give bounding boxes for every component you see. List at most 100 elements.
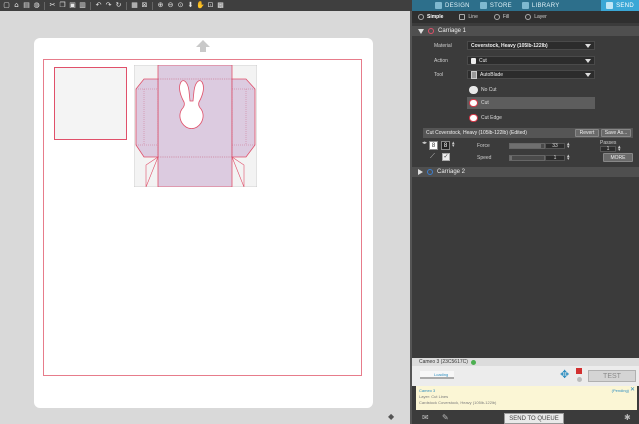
panel-footer: ✉ ✎ SEND TO QUEUE ✱ — [412, 411, 639, 424]
fill-page-icon[interactable]: ⊡ — [206, 1, 215, 10]
bunny-box-template[interactable] — [134, 65, 257, 187]
toolbar-divider — [90, 1, 91, 10]
device-status-bar[interactable]: Cameo 3 (23C5617C) — [412, 358, 639, 366]
force-stepper-icon[interactable]: ▴ ▾ — [567, 142, 570, 150]
option-cut-label: Cut — [481, 100, 489, 106]
tool-label: Tool — [434, 72, 444, 78]
zoom-in-icon[interactable]: ⊕ — [156, 1, 165, 10]
tab-send[interactable]: SEND — [601, 0, 639, 11]
canvas-settings-icon[interactable]: ◆ — [388, 412, 397, 421]
new-icon[interactable]: ▢ — [2, 1, 11, 10]
save-as-button[interactable]: Save As... — [601, 129, 631, 137]
undo-icon[interactable]: ↶ — [94, 1, 103, 10]
close-icon[interactable]: ✕ — [630, 387, 635, 393]
blade-arrow-icon[interactable]: ◂▸ — [422, 141, 427, 146]
passes-stepper-icon[interactable]: ▴ ▾ — [618, 145, 621, 153]
load-mat-button[interactable]: Loading — [420, 371, 454, 379]
material-dropdown[interactable]: Coverstock, Heavy (105lb-122lb) — [467, 41, 595, 50]
option-no-cut[interactable]: No Cut — [467, 84, 595, 96]
pan-icon[interactable]: ✋ — [196, 1, 205, 10]
passes-value: 1 — [606, 146, 610, 152]
paste-icon[interactable]: ▣ — [68, 1, 77, 10]
cut-icon — [469, 99, 478, 107]
blade-stepper-icon[interactable]: ▴ ▾ — [452, 141, 455, 149]
speed-label: Speed — [477, 155, 492, 161]
send-queue-item[interactable]: Cameo 3 Layer: Cut Lines Cardstock Cover… — [416, 386, 637, 410]
tab-fill-label: Fill — [502, 14, 510, 20]
canvas-area[interactable]: ◆ — [0, 11, 410, 424]
revert-button[interactable]: Revert — [575, 129, 599, 137]
carriage-1-header[interactable]: Carriage 1 — [412, 26, 639, 36]
force-value: 33 — [552, 143, 558, 149]
speed-stepper-icon[interactable]: ▴ ▾ — [567, 154, 570, 162]
loading-label: Loading — [434, 372, 449, 377]
material-label: Material — [434, 43, 452, 49]
tab-store[interactable]: STORE — [475, 0, 517, 11]
redo-icon[interactable]: ↷ — [104, 1, 113, 10]
chevron-down-icon — [585, 73, 591, 77]
carriage-2-header[interactable]: Carriage 2 — [412, 167, 639, 177]
cut-icon[interactable]: ✂ — [48, 1, 57, 10]
test-button[interactable]: TEST — [588, 370, 636, 382]
action-dropdown[interactable]: Cut — [467, 56, 595, 65]
group-icon[interactable]: ▦ — [130, 1, 139, 10]
line-icon — [459, 14, 466, 20]
feed-arrow-icon[interactable] — [196, 40, 210, 52]
force-field[interactable]: 33 — [545, 143, 565, 149]
queue-status: (Pending) — [611, 388, 629, 393]
store-icon — [479, 2, 487, 9]
zoom-fit-icon[interactable]: ⊙ — [176, 1, 185, 10]
speed-field[interactable]: 1 — [545, 155, 565, 161]
zoom-out-icon[interactable]: ⊖ — [166, 1, 175, 10]
speed-value: 1 — [553, 155, 557, 161]
blade-setting-value: 8 — [431, 142, 436, 149]
tab-library[interactable]: LIBRARY — [517, 0, 565, 11]
toolbar-divider — [126, 1, 127, 10]
move-arrows-icon[interactable]: ✥ — [560, 369, 569, 381]
blade-depth-box[interactable]: 8 — [441, 141, 450, 150]
refresh-icon[interactable]: ↻ — [114, 1, 123, 10]
grid-icon[interactable]: ▩ — [216, 1, 225, 10]
tool-line-icon: ⟋ — [430, 153, 435, 160]
toolbar-divider — [44, 1, 45, 10]
tool-dropdown[interactable]: AutoBlade — [467, 70, 595, 79]
tab-line[interactable]: Line — [459, 14, 478, 20]
open-icon[interactable]: ⌂ — [12, 1, 21, 10]
tool-value: AutoBlade — [480, 71, 504, 78]
send-to-queue-button[interactable]: SEND TO QUEUE — [504, 413, 564, 424]
tab-simple[interactable]: Simple — [418, 14, 443, 20]
pause-icon[interactable] — [577, 377, 582, 382]
checkbox-checked-icon[interactable]: ✓ — [442, 153, 450, 161]
speed-slider[interactable] — [509, 155, 545, 161]
option-cut[interactable]: Cut — [467, 97, 595, 109]
tab-layer[interactable]: Layer — [525, 14, 547, 20]
send-icon — [606, 2, 614, 9]
delete-icon[interactable]: ▥ — [78, 1, 87, 10]
square-shape[interactable] — [54, 67, 127, 140]
save-icon[interactable]: ▤ — [22, 1, 31, 10]
cutting-mat[interactable] — [34, 38, 373, 408]
carriage-blue-icon — [427, 169, 433, 175]
option-cut-edge[interactable]: Cut Edge — [467, 112, 595, 124]
blade-setting-box[interactable]: 8 — [429, 141, 438, 150]
send-to-queue-label: SEND TO QUEUE — [509, 415, 559, 422]
library-icon — [521, 2, 529, 9]
design-icon — [435, 2, 442, 9]
tab-fill[interactable]: Fill — [493, 14, 510, 20]
force-slider-fill — [510, 144, 541, 148]
force-slider[interactable] — [509, 143, 545, 149]
more-button[interactable]: MORE — [603, 153, 633, 162]
gear-icon[interactable]: ✱ — [624, 413, 631, 422]
tab-design[interactable]: DESIGN — [430, 0, 475, 11]
cut-action-icon — [471, 57, 476, 64]
passes-field[interactable]: 1 — [600, 146, 616, 152]
graduation-cap-icon[interactable]: ✎ — [442, 413, 449, 422]
stop-icon[interactable] — [576, 368, 582, 374]
toolbar-divider — [152, 1, 153, 10]
tab-send-label: SEND — [616, 2, 634, 9]
move-down-icon[interactable]: ⬇ — [186, 1, 195, 10]
library-icon[interactable]: ◍ — [32, 1, 41, 10]
envelope-icon[interactable]: ✉ — [422, 413, 429, 422]
copy-icon[interactable]: ❐ — [58, 1, 67, 10]
ungroup-icon[interactable]: ⊠ — [140, 1, 149, 10]
